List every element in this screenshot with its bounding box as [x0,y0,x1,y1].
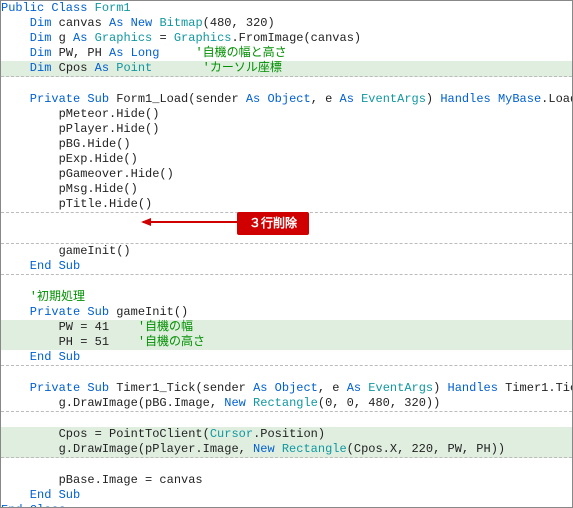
code-line: Private Sub gameInit() [1,305,572,320]
code-line: PH = 51 '自機の高さ [1,335,572,350]
annotation-badge: ３行削除 [237,212,309,235]
code-line: pMeteor.Hide() [1,107,572,122]
code-line: Private Sub Form1_Load(sender As Object,… [1,92,572,107]
code-line: pExp.Hide() [1,152,572,167]
code-line: pPlayer.Hide() [1,122,572,137]
code-line: Cpos = PointToClient(Cursor.Position) [1,427,572,442]
code-line: Private Sub Timer1_Tick(sender As Object… [1,381,572,396]
code-line: pTitle.Hide() [1,197,572,213]
code-line: pBG.Hide() [1,137,572,152]
code-line: End Sub [1,259,572,275]
code-line: Dim PW, PH As Long '自機の幅と高さ [1,46,572,61]
code-line: End Class [1,503,572,508]
code-line: Dim canvas As New Bitmap(480, 320) [1,16,572,31]
code-line: '初期処理 [1,290,572,305]
annotation-arrow [143,221,237,223]
code-line: End Sub [1,350,572,366]
code-line: Public Class Form1 [1,1,572,16]
code-line: pGameover.Hide() [1,167,572,182]
code-line: PW = 41 '自機の幅 [1,320,572,335]
code-line [1,458,572,473]
code-line: pBase.Image = canvas [1,473,572,488]
code-line: Dim g As Graphics = Graphics.FromImage(c… [1,31,572,46]
code-line [1,77,572,92]
code-line [1,412,572,427]
code-line: Dim Cpos As Point 'カーソル座標 [1,61,572,77]
code-line: End Sub [1,488,572,503]
code-line [1,366,572,381]
code-line: g.DrawImage(pPlayer.Image, New Rectangle… [1,442,572,458]
code-viewer: Public Class Form1 Dim canvas As New Bit… [0,0,573,508]
code-line: g.DrawImage(pBG.Image, New Rectangle(0, … [1,396,572,412]
code-line: gameInit() [1,244,572,259]
code-line: pMsg.Hide() [1,182,572,197]
code-line [1,275,572,290]
